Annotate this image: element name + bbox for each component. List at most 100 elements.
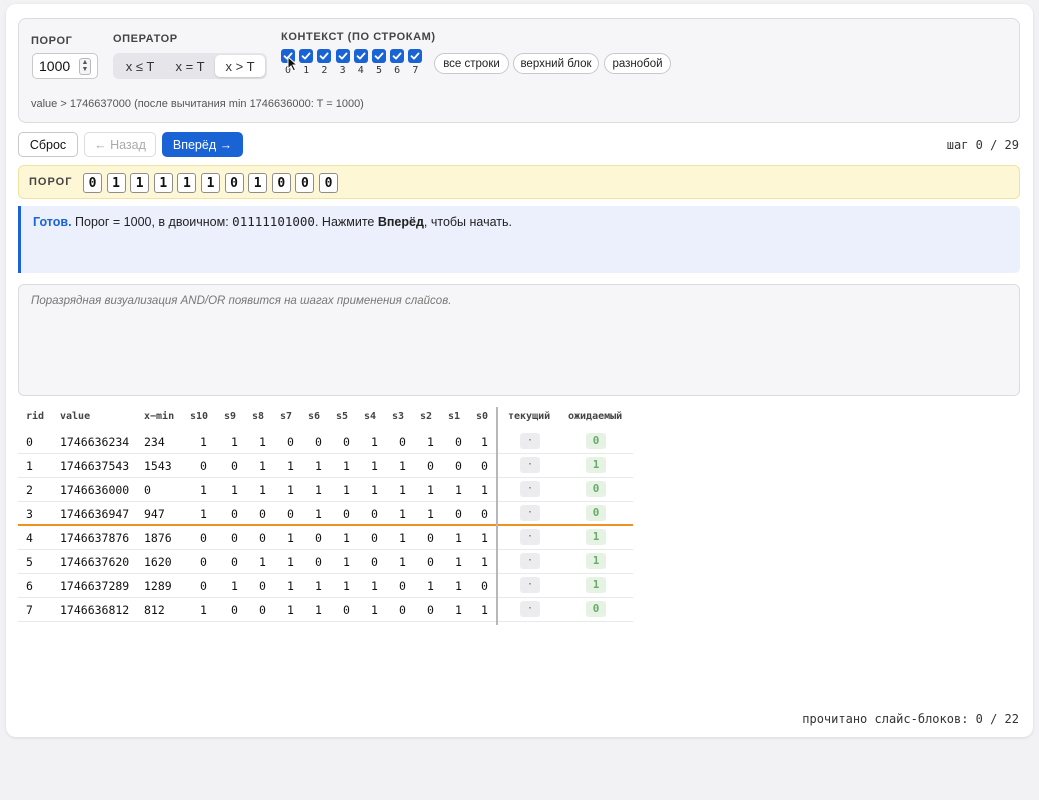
cell-bit: 0 [259, 603, 266, 617]
cell-bit: 1 [231, 483, 238, 497]
stepper-icon[interactable]: ▲ ▼ [79, 58, 91, 75]
preset-mixed-button[interactable]: разнобой [604, 53, 671, 74]
column-header: s4 [364, 411, 377, 422]
cell-bit: 1 [371, 459, 378, 473]
threshold-bit: 1 [248, 173, 268, 193]
cell-bit: 0 [343, 435, 350, 449]
cell-bit: 1 [287, 555, 294, 569]
forward-button[interactable]: Вперёд → [162, 132, 243, 157]
cell-bit: 1 [315, 603, 322, 617]
context-row-number: 3 [339, 65, 346, 76]
cell-current: · [520, 529, 540, 545]
cell-bit: 0 [231, 531, 238, 545]
operator-gt-button[interactable]: x > T [215, 55, 265, 77]
cell-bit: 1 [259, 555, 266, 569]
operator-eq-button[interactable]: x = T [165, 55, 215, 77]
cell-bit: 1 [399, 555, 406, 569]
cell-expected: 1 [586, 553, 606, 569]
threshold-bit: 0 [295, 173, 315, 193]
context-row-4-checkbox[interactable] [353, 49, 368, 63]
operator-le-button[interactable]: x ≤ T [115, 55, 165, 77]
cell-expected: 0 [586, 505, 606, 521]
context-row-number: 6 [394, 65, 401, 76]
cell-rid: 3 [26, 507, 33, 521]
cell-bit: 0 [231, 555, 238, 569]
status-text-1: Порог = 1000, в двоичном: [71, 215, 233, 229]
cell-bit: 0 [200, 579, 207, 593]
cell-bit: 1 [427, 483, 434, 497]
cell-current: · [520, 505, 540, 521]
cell-bit: 0 [200, 555, 207, 569]
cell-bit: 0 [427, 459, 434, 473]
column-header: s2 [420, 411, 433, 422]
cell-value: 1746636000 [60, 483, 130, 497]
cell-xmin: 234 [144, 435, 165, 449]
cell-bit: 1 [315, 507, 322, 521]
cell-bit: 1 [315, 459, 322, 473]
context-row-7-checkbox[interactable] [408, 49, 423, 63]
cell-bit: 1 [287, 483, 294, 497]
cell-expected: 1 [586, 457, 606, 473]
column-header: s1 [448, 411, 461, 422]
column-header: s3 [392, 411, 405, 422]
table-header: rid value x−min s10 s9 s8 s7 s6 s5 s4 s3 s2 s1 s0 теку… [18, 404, 633, 428]
cell-bit: 1 [427, 435, 434, 449]
cell-expected: 0 [586, 433, 606, 449]
cell-bit: 1 [481, 435, 488, 449]
context-row-3-checkbox[interactable] [335, 49, 350, 63]
cell-bit: 1 [343, 483, 350, 497]
context-row-number: 4 [357, 65, 364, 76]
table-row: 1 1746637543 1543 0 0 1 1 1 1 1 1 0 0 0 · 1 [18, 454, 633, 478]
cell-bit: 0 [371, 507, 378, 521]
cell-bit: 1 [427, 507, 434, 521]
status-binary: 01111101000 [232, 214, 315, 229]
cell-bit: 0 [259, 579, 266, 593]
cell-bit: 0 [481, 507, 488, 521]
back-button[interactable]: ← Назад [84, 132, 156, 157]
cell-bit: 0 [200, 531, 207, 545]
threshold-value: 1000 [39, 58, 71, 74]
reset-button[interactable]: Сброс [18, 132, 78, 157]
cell-bit: 0 [481, 459, 488, 473]
cell-bit: 0 [399, 579, 406, 593]
cell-bit: 1 [200, 507, 207, 521]
cell-xmin: 0 [144, 483, 151, 497]
cell-expected: 0 [586, 481, 606, 497]
threshold-input[interactable]: 1000 ▲ ▼ [32, 53, 98, 79]
operator-switch: x ≤ T x = T x > T [113, 53, 267, 79]
context-row-number: 5 [375, 65, 383, 76]
threshold-bit: 0 [224, 173, 244, 193]
cell-bit: 1 [455, 531, 462, 545]
checkmark-icon [301, 52, 311, 60]
column-header: s8 [252, 411, 265, 422]
column-header: value [60, 411, 91, 422]
cell-bit: 1 [481, 483, 488, 497]
cell-rid: 7 [26, 603, 33, 617]
context-row-2-checkbox[interactable] [317, 49, 332, 63]
cell-bit: 1 [399, 507, 406, 521]
preset-all-rows-button[interactable]: все строки [434, 53, 509, 74]
context-row-5-checkbox[interactable] [372, 49, 386, 63]
operator-label: ОПЕРАТОР [113, 33, 178, 45]
threshold-label: ПОРОГ [31, 35, 73, 47]
cell-bit: 1 [287, 459, 294, 473]
cell-value: 1746637876 [60, 531, 130, 545]
cell-xmin: 1876 [144, 531, 172, 545]
mouse-cursor-icon [287, 56, 299, 72]
preset-top-block-button[interactable]: верхний блок [513, 53, 599, 74]
bitwise-visualization-panel: Поразрядная визуализация AND/OR появится… [18, 284, 1020, 396]
cell-bit: 1 [481, 555, 488, 569]
checkmark-icon [356, 52, 366, 60]
checkmark-icon [374, 52, 384, 60]
cell-bit: 1 [455, 579, 462, 593]
context-row-number: 7 [412, 65, 419, 76]
threshold-bit: 1 [130, 173, 150, 193]
cell-bit: 1 [343, 555, 350, 569]
cell-bit: 1 [481, 531, 488, 545]
cell-bit: 0 [259, 531, 266, 545]
column-header: текущий [508, 411, 551, 422]
status-ready: Готов. [33, 215, 72, 229]
cell-bit: 0 [259, 507, 266, 521]
context-row-6-checkbox[interactable] [390, 49, 405, 63]
context-row-1-checkbox[interactable] [299, 49, 314, 63]
